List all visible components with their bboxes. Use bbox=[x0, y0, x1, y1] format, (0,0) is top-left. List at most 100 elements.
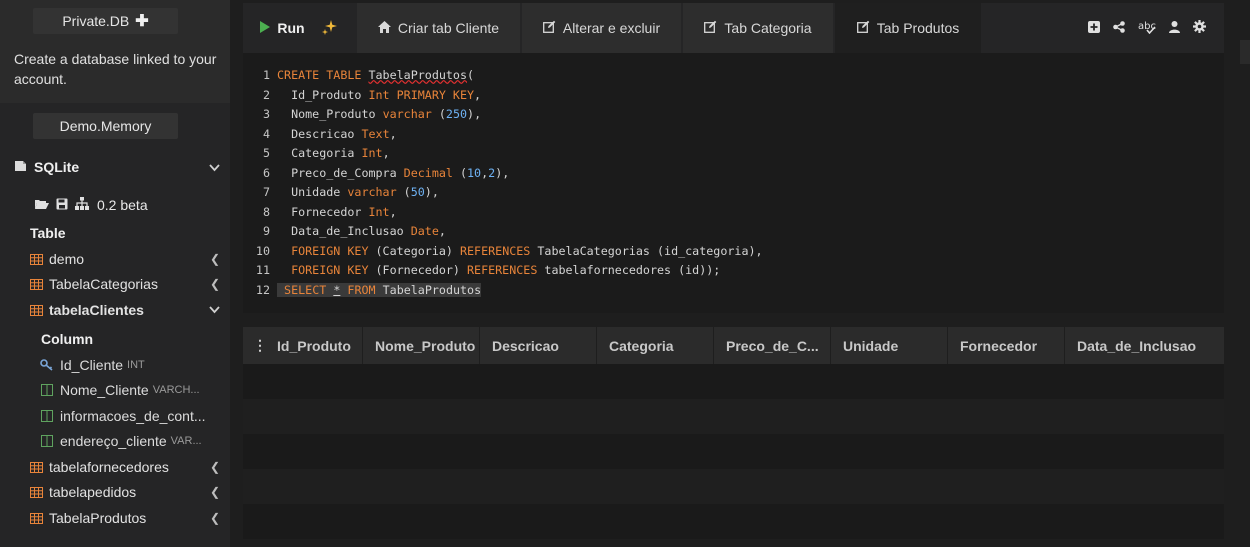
tab-label: Criar tab Cliente bbox=[397, 20, 500, 36]
column-section-label: Column bbox=[41, 331, 94, 347]
table-row[interactable] bbox=[243, 469, 1224, 504]
chevron-left-icon[interactable]: ❮ bbox=[210, 277, 220, 291]
line-number: 12 bbox=[255, 282, 270, 297]
table-icon bbox=[30, 486, 43, 498]
line-number: 2 bbox=[262, 87, 270, 102]
table-item-tabelaprodutos[interactable]: TabelaProdutos ❮ bbox=[30, 508, 220, 528]
grid-column-header[interactable]: ⋮ Id_Produto bbox=[243, 327, 363, 364]
column-header-label: Descricao bbox=[492, 337, 559, 354]
line-number: 9 bbox=[262, 223, 270, 238]
sqlite-label: SQLite bbox=[34, 159, 80, 175]
table-row[interactable] bbox=[243, 364, 1224, 399]
grid-column-header[interactable]: Categoria bbox=[597, 327, 714, 364]
table-icon bbox=[30, 461, 43, 473]
sqlite-header[interactable]: SQLite bbox=[14, 157, 220, 177]
chevron-down-icon[interactable] bbox=[209, 159, 220, 175]
tab-label: Tab Categoria bbox=[724, 20, 812, 36]
column-header-label: Id_Produto bbox=[277, 337, 351, 354]
tab-alterar-excluir[interactable]: Alterar e excluir bbox=[522, 3, 681, 53]
table-icon bbox=[30, 278, 43, 290]
table-name: TabelaCategorias bbox=[49, 276, 158, 292]
chevron-down-icon[interactable] bbox=[209, 303, 220, 317]
private-db-panel: Private.DB ✚ Create a database linked to… bbox=[0, 0, 230, 103]
table-name: TabelaProdutos bbox=[49, 510, 147, 526]
drag-handle-icon[interactable]: ⋮ bbox=[253, 337, 267, 354]
table-item-tabelafornecedores[interactable]: tabelafornecedores ❮ bbox=[30, 457, 220, 477]
grid-column-header[interactable]: Descricao bbox=[480, 327, 597, 364]
grid-column-header[interactable]: Nome_Produto bbox=[363, 327, 480, 364]
sql-editor[interactable]: 1 CREATE TABLE TabelaProdutos( 2 Id_Produ… bbox=[243, 53, 1224, 313]
play-icon bbox=[260, 20, 271, 36]
run-label: Run bbox=[277, 20, 305, 36]
db-tools: 0.2 beta bbox=[34, 195, 148, 215]
column-item[interactable]: endereço_cliente VAR... bbox=[40, 431, 220, 451]
folder-open-icon[interactable] bbox=[34, 197, 49, 213]
column-name: informacoes_de_cont... bbox=[60, 408, 206, 424]
column-header-label: Nome_Produto bbox=[375, 337, 476, 354]
key-icon bbox=[40, 359, 54, 371]
table-item-tabelacategorias[interactable]: TabelaCategorias ❮ bbox=[30, 274, 220, 294]
table-name: demo bbox=[49, 251, 85, 267]
chevron-left-icon[interactable]: ❮ bbox=[210, 511, 220, 525]
code-line: 11 FOREIGN KEY (Fornecedor) REFERENCES t… bbox=[243, 260, 720, 279]
code-line: 12 SELECT * FROM TabelaProdutos bbox=[243, 280, 482, 299]
grid-column-header[interactable]: Unidade bbox=[831, 327, 948, 364]
tab-label: Tab Produtos bbox=[876, 20, 960, 36]
table-row[interactable] bbox=[243, 399, 1224, 434]
spellcheck-icon[interactable]: abc bbox=[1138, 20, 1156, 37]
table-icon bbox=[30, 304, 43, 316]
save-icon[interactable] bbox=[56, 197, 68, 213]
private-db-button[interactable]: Private.DB ✚ bbox=[33, 8, 178, 34]
sparkles-icon[interactable] bbox=[321, 19, 338, 38]
table-name: tabelafornecedores bbox=[49, 459, 169, 475]
code-line: 2 Id_Produto Int PRIMARY KEY, bbox=[243, 85, 481, 104]
run-button[interactable]: Run bbox=[243, 3, 355, 53]
user-icon[interactable] bbox=[1169, 20, 1180, 36]
column-name: endereço_cliente bbox=[60, 433, 167, 449]
plus-square-icon[interactable] bbox=[1088, 20, 1100, 36]
code-line: 4 Descricao Text, bbox=[243, 124, 397, 143]
toolbar-icons: abc bbox=[1088, 3, 1206, 53]
table-item-tabelapedidos[interactable]: tabelapedidos ❮ bbox=[30, 482, 220, 502]
chevron-left-icon[interactable]: ❮ bbox=[210, 460, 220, 474]
column-icon bbox=[40, 410, 54, 422]
column-item[interactable]: Id_Cliente INT bbox=[40, 355, 220, 375]
table-row[interactable] bbox=[243, 434, 1224, 469]
table-section-label: Table bbox=[30, 225, 66, 241]
code-line: 6 Preco_de_Compra Decimal (10, 2), bbox=[243, 163, 509, 182]
line-number: 5 bbox=[262, 145, 270, 160]
column-item[interactable]: informacoes_de_cont... bbox=[40, 406, 220, 426]
table-name: tabelapedidos bbox=[49, 484, 137, 500]
grid-column-header[interactable]: Preco_de_C... bbox=[714, 327, 831, 364]
column-name: Id_Cliente bbox=[60, 357, 124, 373]
grid-column-header[interactable]: Fornecedor bbox=[948, 327, 1065, 364]
page-scrollbar[interactable] bbox=[1240, 40, 1250, 64]
grid-column-header[interactable]: Data_de_Inclusao bbox=[1065, 327, 1224, 364]
table-icon bbox=[30, 512, 43, 524]
code-line: 7 Unidade varchar (50), bbox=[243, 182, 439, 201]
column-header-label: Preco_de_C... bbox=[726, 337, 819, 354]
table-row[interactable] bbox=[243, 504, 1224, 539]
code-line: 10 FOREIGN KEY (Categoria) REFERENCES Ta… bbox=[243, 241, 763, 260]
code-line: 5 Categoria Int, bbox=[243, 143, 390, 162]
share-icon[interactable] bbox=[1113, 20, 1125, 36]
table-item-demo[interactable]: demo ❮ bbox=[30, 249, 220, 269]
tab-categoria[interactable]: Tab Categoria bbox=[683, 3, 833, 53]
table-item-tabelaclientes[interactable]: tabelaClientes bbox=[30, 300, 220, 320]
line-number: 4 bbox=[262, 126, 270, 141]
tab-bar: Run Criar tab Cliente Alterar e excluir … bbox=[243, 3, 1224, 53]
gear-icon[interactable] bbox=[1193, 20, 1206, 36]
chevron-left-icon[interactable]: ❮ bbox=[210, 485, 220, 499]
result-grid-header: ⋮ Id_Produto Nome_Produto Descricao Cate… bbox=[243, 327, 1224, 364]
database-icon bbox=[14, 159, 27, 175]
tab-criar-cliente[interactable]: Criar tab Cliente bbox=[357, 3, 520, 53]
column-item[interactable]: Nome_Cliente VARCH... bbox=[40, 380, 220, 400]
demo-memory-button[interactable]: Demo.Memory bbox=[33, 113, 178, 139]
create-database-text: Create a database linked to your account… bbox=[14, 51, 217, 87]
plus-icon[interactable]: ✚ bbox=[135, 11, 148, 31]
tab-label: Alterar e excluir bbox=[562, 20, 661, 36]
chevron-left-icon[interactable]: ❮ bbox=[210, 252, 220, 266]
tab-produtos[interactable]: Tab Produtos bbox=[835, 3, 981, 53]
sitemap-icon[interactable] bbox=[75, 197, 89, 213]
column-name: Nome_Cliente bbox=[60, 382, 149, 398]
